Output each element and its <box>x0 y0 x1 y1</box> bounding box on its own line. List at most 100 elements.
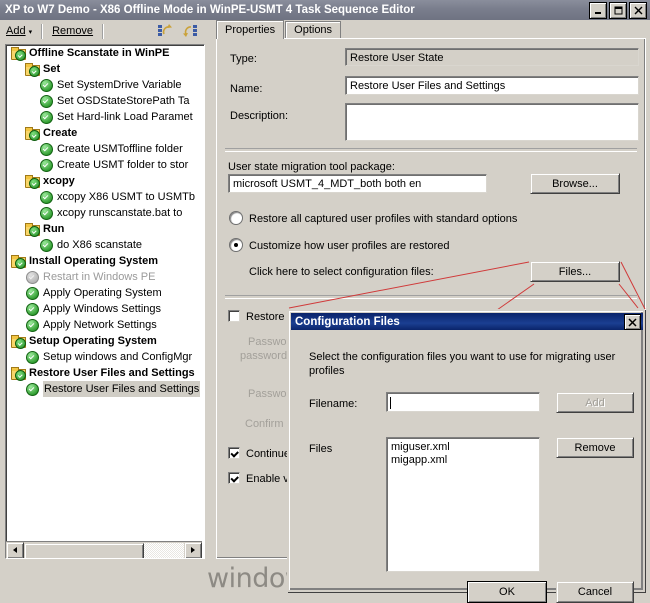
radio-standard-options[interactable] <box>230 212 242 224</box>
files-list-label: Files <box>309 443 333 455</box>
step-icon <box>24 269 40 285</box>
tree-item[interactable]: Apply Windows Settings <box>6 301 202 317</box>
tree-item-label: do X86 scanstate <box>57 239 143 251</box>
tree-item[interactable]: do X86 scanstate <box>6 237 202 253</box>
tree-items-container: Offline Scanstate in WinPE Set Set SystemD… <box>6 45 202 542</box>
type-value: Restore User State <box>345 48 639 66</box>
toolbar-separator-1 <box>41 23 44 39</box>
step-icon <box>38 157 54 173</box>
enable-verbose-checkbox[interactable] <box>228 472 240 484</box>
tree-item[interactable]: Apply Operating System <box>6 285 202 301</box>
browse-button[interactable]: Browse... <box>530 173 620 194</box>
tree-item[interactable]: Create USMToffline folder <box>6 141 202 157</box>
step-icon <box>24 285 40 301</box>
step-icon <box>38 237 54 253</box>
divider-2 <box>225 295 637 299</box>
tree-item[interactable]: Run <box>6 221 202 237</box>
tree-item[interactable]: xcopy <box>6 173 202 189</box>
radio-customize-label: Customize how user profiles are restored <box>249 240 450 252</box>
filename-input[interactable] <box>386 392 540 412</box>
tree-item[interactable]: Offline Scanstate in WinPE <box>6 45 202 61</box>
tree-item[interactable]: xcopy X86 USMT to USMTb <box>6 189 202 205</box>
tree-horizontal-scrollbar[interactable] <box>6 541 202 558</box>
tree-item[interactable]: Restore User Files and Settings <box>6 381 202 397</box>
tree-item-label: Apply Windows Settings <box>43 303 161 315</box>
tree-item[interactable]: Restore User Files and Settings <box>6 365 202 381</box>
move-down-icon[interactable] <box>182 22 200 40</box>
ok-button[interactable]: OK <box>467 581 547 603</box>
description-label: Description: <box>230 110 289 122</box>
minimize-button[interactable] <box>589 2 607 19</box>
remove-button[interactable]: Remove <box>46 23 99 39</box>
name-label: Name: <box>230 83 263 95</box>
tree-item-label: Restore User Files and Settings <box>43 381 201 397</box>
files-listbox[interactable]: miguser.xml migapp.xml <box>386 437 540 572</box>
config-files-hint: Click here to select configuration files… <box>249 266 434 278</box>
task-sequence-editor-window: XP to W7 Demo - X86 Offline Mode in WinP… <box>0 0 650 603</box>
tree-item-label: Offline Scanstate in WinPE <box>29 47 170 59</box>
scrollbar-track[interactable] <box>24 542 184 558</box>
folder-icon <box>10 333 26 349</box>
scroll-right-button[interactable] <box>184 541 202 558</box>
files-button[interactable]: Files... <box>530 261 620 282</box>
divider-1 <box>225 148 637 152</box>
file-list-item[interactable]: migapp.xml <box>391 454 539 467</box>
scrollbar-thumb[interactable] <box>24 542 144 558</box>
window-titlebar: XP to W7 Demo - X86 Offline Mode in WinP… <box>0 0 650 20</box>
tree-item-label: Apply Network Settings <box>43 319 157 331</box>
remove-label: Remove <box>52 25 94 37</box>
properties-tabstrip: Properties Options <box>216 20 342 39</box>
scroll-left-button[interactable] <box>6 541 24 558</box>
tree-item-label: Set SystemDrive Variable <box>57 79 182 91</box>
tree-item-label: xcopy runscanstate.bat to <box>57 207 183 219</box>
tree-item[interactable]: Apply Network Settings <box>6 317 202 333</box>
usmt-package-input[interactable]: microsoft USMT_4_MDT_both both en <box>228 174 487 193</box>
move-up-icon[interactable] <box>156 22 174 40</box>
radio-customize-profiles[interactable] <box>230 239 242 251</box>
tree-item[interactable]: Create <box>6 125 202 141</box>
tree-item-label: Create USMT folder to stor <box>57 159 189 171</box>
restore-local-accounts-checkbox[interactable] <box>228 310 240 322</box>
tree-item[interactable]: Set OSDStateStorePath Ta <box>6 93 202 109</box>
add-label: Add <box>6 25 26 37</box>
tab-options[interactable]: Options <box>285 21 342 39</box>
tree-item[interactable]: xcopy runscanstate.bat to <box>6 205 202 221</box>
description-input[interactable] <box>345 103 639 141</box>
step-icon <box>38 141 54 157</box>
tree-item[interactable]: Create USMT folder to stor <box>6 157 202 173</box>
editor-toolbar: Add ▾ Remove <box>0 20 208 42</box>
close-button[interactable] <box>629 2 647 19</box>
dialog-instruction: Select the configuration files you want … <box>309 351 616 377</box>
tab-properties[interactable]: Properties <box>216 20 285 39</box>
usmt-package-label: User state migration tool package: <box>228 161 395 173</box>
tree-item[interactable]: Restart in Windows PE <box>6 269 202 285</box>
step-icon <box>38 109 54 125</box>
tree-item-label: xcopy <box>43 175 75 187</box>
continue-on-error-label: Continue <box>246 448 291 460</box>
step-icon <box>38 93 54 109</box>
tree-item[interactable]: Set Hard-link Load Paramet <box>6 109 202 125</box>
tree-item[interactable]: Setup Operating System <box>6 333 202 349</box>
add-button[interactable]: Add <box>556 392 634 413</box>
remove-button[interactable]: Remove <box>556 437 634 458</box>
continue-on-error-checkbox[interactable] <box>228 447 240 459</box>
name-input[interactable]: Restore User Files and Settings <box>345 76 639 95</box>
tree-item[interactable]: Set SystemDrive Variable <box>6 77 202 93</box>
tree-item[interactable]: Install Operating System <box>6 253 202 269</box>
add-menu-button[interactable]: Add ▾ <box>0 23 38 39</box>
tree-item[interactable]: Setup windows and ConfigMgr <box>6 349 202 365</box>
tree-item[interactable]: Set <box>6 61 202 77</box>
maximize-button[interactable] <box>609 2 627 19</box>
cancel-button[interactable]: Cancel <box>556 581 634 603</box>
task-sequence-tree[interactable]: Offline Scanstate in WinPE Set Set SystemD… <box>5 44 205 559</box>
filename-label: Filename: <box>309 398 358 410</box>
step-icon <box>38 205 54 221</box>
dialog-close-button[interactable] <box>624 314 641 330</box>
window-title: XP to W7 Demo - X86 Offline Mode in WinP… <box>5 4 415 16</box>
tree-item-label: Apply Operating System <box>43 287 162 299</box>
tree-item-label: xcopy X86 USMT to USMTb <box>57 191 195 203</box>
tree-item-label: Set <box>43 63 61 75</box>
file-list-item[interactable]: miguser.xml <box>391 441 539 454</box>
folder-icon <box>10 45 26 61</box>
dialog-titlebar: Configuration Files <box>291 313 643 330</box>
